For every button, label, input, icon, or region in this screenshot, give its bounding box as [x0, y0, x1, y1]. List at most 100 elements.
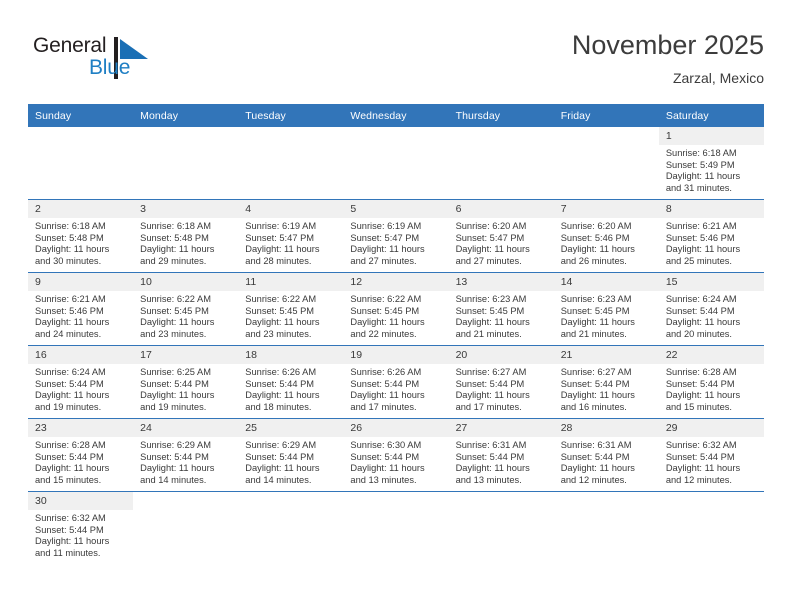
- calendar-day-cell[interactable]: 19 Sunrise: 6:26 AM Sunset: 5:44 PM Dayligh…: [343, 345, 449, 419]
- detail-daylight2: and 11 minutes.: [35, 547, 101, 558]
- day-number: 11: [238, 273, 344, 291]
- day-details: Sunrise: 6:20 AM Sunset: 5:46 PM Daylight:…: [554, 218, 659, 267]
- detail-daylight1: Daylight: 11 hours: [245, 463, 320, 474]
- detail-sunset: Sunset: 5:45 PM: [560, 305, 630, 316]
- day-details: Sunrise: 6:18 AM Sunset: 5:49 PM Daylight:…: [659, 145, 764, 194]
- calendar-cell-empty: [238, 127, 344, 200]
- brand-logo[interactable]: General Blue: [33, 34, 163, 88]
- weekday-header-thursday: Thursday: [448, 104, 554, 127]
- calendar-day-cell[interactable]: 27 Sunrise: 6:31 AM Sunset: 5:44 PM Dayligh…: [448, 418, 554, 492]
- day-details: Sunrise: 6:19 AM Sunset: 5:47 PM Daylight:…: [343, 218, 448, 267]
- calendar-day-cell[interactable]: 20 Sunrise: 6:27 AM Sunset: 5:44 PM Dayligh…: [448, 345, 554, 419]
- calendar-day-cell[interactable]: 24 Sunrise: 6:29 AM Sunset: 5:44 PM Dayligh…: [133, 418, 239, 492]
- day-details: Sunrise: 6:20 AM Sunset: 5:47 PM Daylight:…: [449, 218, 554, 267]
- day-number: 24: [133, 419, 239, 437]
- day-number: 10: [133, 273, 239, 291]
- detail-daylight1: Daylight: 11 hours: [140, 463, 215, 474]
- calendar-day-cell[interactable]: 9 Sunrise: 6:21 AM Sunset: 5:46 PM Daylight…: [28, 272, 134, 346]
- calendar-day-cell[interactable]: 3 Sunrise: 6:18 AM Sunset: 5:48 PM Daylight…: [133, 199, 239, 273]
- weekday-header-monday: Monday: [133, 104, 239, 127]
- calendar-day-cell[interactable]: 2 Sunrise: 6:18 AM Sunset: 5:48 PM Daylight…: [28, 199, 134, 273]
- calendar-week-row: 9 Sunrise: 6:21 AM Sunset: 5:46 PM Daylight…: [28, 272, 764, 346]
- calendar-week-row: 1 Sunrise: 6:18 AM Sunset: 5:49 PM Daylight…: [28, 127, 764, 200]
- day-details: Sunrise: 6:26 AM Sunset: 5:44 PM Daylight:…: [238, 364, 343, 413]
- day-details: Sunrise: 6:22 AM Sunset: 5:45 PM Daylight:…: [343, 291, 448, 340]
- detail-daylight1: Daylight: 11 hours: [245, 317, 320, 328]
- day-details: Sunrise: 6:28 AM Sunset: 5:44 PM Daylight:…: [659, 364, 764, 413]
- detail-sunset: Sunset: 5:44 PM: [455, 451, 525, 462]
- calendar-day-cell[interactable]: 8 Sunrise: 6:21 AM Sunset: 5:46 PM Daylight…: [658, 199, 764, 273]
- detail-daylight1: Daylight: 11 hours: [35, 244, 110, 255]
- day-number: 28: [553, 419, 659, 437]
- calendar-day-cell[interactable]: 22 Sunrise: 6:28 AM Sunset: 5:44 PM Dayligh…: [658, 345, 764, 419]
- detail-daylight2: and 27 minutes.: [350, 255, 417, 266]
- day-details: Sunrise: 6:29 AM Sunset: 5:44 PM Daylight:…: [238, 437, 343, 486]
- detail-sunset: Sunset: 5:46 PM: [560, 232, 630, 243]
- calendar-cell-empty: [133, 127, 239, 200]
- detail-sunrise: Sunrise: 6:32 AM: [35, 513, 106, 523]
- detail-sunrise: Sunrise: 6:20 AM: [455, 221, 527, 231]
- detail-daylight1: Daylight: 11 hours: [350, 463, 425, 474]
- calendar-page: General Blue November 2025 Zarzal, Mexic…: [0, 0, 792, 612]
- detail-daylight2: and 25 minutes.: [665, 255, 732, 266]
- calendar-day-cell[interactable]: 29 Sunrise: 6:32 AM Sunset: 5:44 PM Dayligh…: [658, 418, 764, 492]
- detail-sunrise: Sunrise: 6:20 AM: [560, 221, 632, 231]
- calendar-day-cell[interactable]: 30 Sunrise: 6:32 AM Sunset: 5:44 PM Dayligh…: [28, 491, 134, 564]
- calendar-cell-empty: [553, 491, 659, 564]
- calendar-day-cell[interactable]: 7 Sunrise: 6:20 AM Sunset: 5:46 PM Daylight…: [553, 199, 659, 273]
- detail-sunrise: Sunrise: 6:23 AM: [455, 294, 527, 304]
- calendar-day-cell[interactable]: 18 Sunrise: 6:26 AM Sunset: 5:44 PM Dayligh…: [238, 345, 344, 419]
- detail-sunset: Sunset: 5:44 PM: [140, 451, 209, 462]
- calendar-week-row: 30 Sunrise: 6:32 AM Sunset: 5:44 PM Dayligh…: [28, 491, 764, 564]
- calendar-day-cell[interactable]: 1 Sunrise: 6:18 AM Sunset: 5:49 PM Daylight…: [658, 127, 764, 200]
- title-block: November 2025 Zarzal, Mexico: [572, 28, 764, 88]
- calendar-day-cell[interactable]: 13 Sunrise: 6:23 AM Sunset: 5:45 PM Dayligh…: [448, 272, 554, 346]
- calendar-body: 1 Sunrise: 6:18 AM Sunset: 5:49 PM Daylight…: [28, 127, 764, 564]
- calendar-day-cell[interactable]: 11 Sunrise: 6:22 AM Sunset: 5:45 PM Dayligh…: [238, 272, 344, 346]
- detail-sunset: Sunset: 5:44 PM: [245, 451, 315, 462]
- detail-daylight2: and 21 minutes.: [455, 328, 522, 339]
- day-details: Sunrise: 6:26 AM Sunset: 5:44 PM Daylight:…: [343, 364, 448, 413]
- calendar-day-cell[interactable]: 6 Sunrise: 6:20 AM Sunset: 5:47 PM Daylight…: [448, 199, 554, 273]
- detail-daylight1: Daylight: 11 hours: [140, 244, 215, 255]
- detail-sunrise: Sunrise: 6:30 AM: [350, 440, 422, 450]
- day-details: Sunrise: 6:32 AM Sunset: 5:44 PM Daylight:…: [28, 510, 133, 559]
- detail-daylight1: Daylight: 11 hours: [455, 390, 530, 401]
- day-number: 22: [658, 346, 764, 364]
- detail-sunrise: Sunrise: 6:18 AM: [35, 221, 106, 231]
- detail-daylight1: Daylight: 11 hours: [560, 244, 635, 255]
- detail-sunset: Sunset: 5:48 PM: [35, 232, 104, 243]
- detail-sunset: Sunset: 5:49 PM: [665, 159, 735, 170]
- calendar-cell-empty: [133, 491, 239, 564]
- day-number: 6: [448, 200, 554, 218]
- detail-sunrise: Sunrise: 6:27 AM: [455, 367, 527, 377]
- calendar-day-cell[interactable]: 21 Sunrise: 6:27 AM Sunset: 5:44 PM Dayligh…: [553, 345, 659, 419]
- calendar-cell-empty: [28, 127, 134, 200]
- calendar-day-cell[interactable]: 4 Sunrise: 6:19 AM Sunset: 5:47 PM Daylight…: [238, 199, 344, 273]
- calendar-day-cell[interactable]: 26 Sunrise: 6:30 AM Sunset: 5:44 PM Dayligh…: [343, 418, 449, 492]
- detail-daylight2: and 19 minutes.: [35, 401, 102, 412]
- calendar-cell-empty: [658, 491, 764, 564]
- day-number: 9: [28, 273, 134, 291]
- detail-sunrise: Sunrise: 6:18 AM: [140, 221, 211, 231]
- day-details: Sunrise: 6:29 AM Sunset: 5:44 PM Daylight:…: [133, 437, 238, 486]
- calendar-day-cell[interactable]: 17 Sunrise: 6:25 AM Sunset: 5:44 PM Dayligh…: [133, 345, 239, 419]
- detail-sunset: Sunset: 5:44 PM: [560, 451, 630, 462]
- detail-sunset: Sunset: 5:44 PM: [35, 451, 104, 462]
- calendar-day-cell[interactable]: 25 Sunrise: 6:29 AM Sunset: 5:44 PM Dayligh…: [238, 418, 344, 492]
- calendar-day-cell[interactable]: 15 Sunrise: 6:24 AM Sunset: 5:44 PM Dayligh…: [658, 272, 764, 346]
- calendar-day-cell[interactable]: 10 Sunrise: 6:22 AM Sunset: 5:45 PM Dayligh…: [133, 272, 239, 346]
- calendar-day-cell[interactable]: 16 Sunrise: 6:24 AM Sunset: 5:44 PM Dayligh…: [28, 345, 134, 419]
- day-details: Sunrise: 6:32 AM Sunset: 5:44 PM Daylight:…: [659, 437, 764, 486]
- calendar-day-cell[interactable]: 28 Sunrise: 6:31 AM Sunset: 5:44 PM Dayligh…: [553, 418, 659, 492]
- day-number: 16: [28, 346, 134, 364]
- detail-sunset: Sunset: 5:44 PM: [350, 378, 420, 389]
- day-details: Sunrise: 6:30 AM Sunset: 5:44 PM Daylight:…: [343, 437, 448, 486]
- calendar-day-cell[interactable]: 23 Sunrise: 6:28 AM Sunset: 5:44 PM Dayligh…: [28, 418, 134, 492]
- calendar-day-cell[interactable]: 14 Sunrise: 6:23 AM Sunset: 5:45 PM Dayligh…: [553, 272, 659, 346]
- weekday-header-tuesday: Tuesday: [238, 104, 344, 127]
- day-number: 3: [133, 200, 239, 218]
- calendar-day-cell[interactable]: 12 Sunrise: 6:22 AM Sunset: 5:45 PM Dayligh…: [343, 272, 449, 346]
- calendar-day-cell[interactable]: 5 Sunrise: 6:19 AM Sunset: 5:47 PM Daylight…: [343, 199, 449, 273]
- detail-daylight2: and 28 minutes.: [245, 255, 312, 266]
